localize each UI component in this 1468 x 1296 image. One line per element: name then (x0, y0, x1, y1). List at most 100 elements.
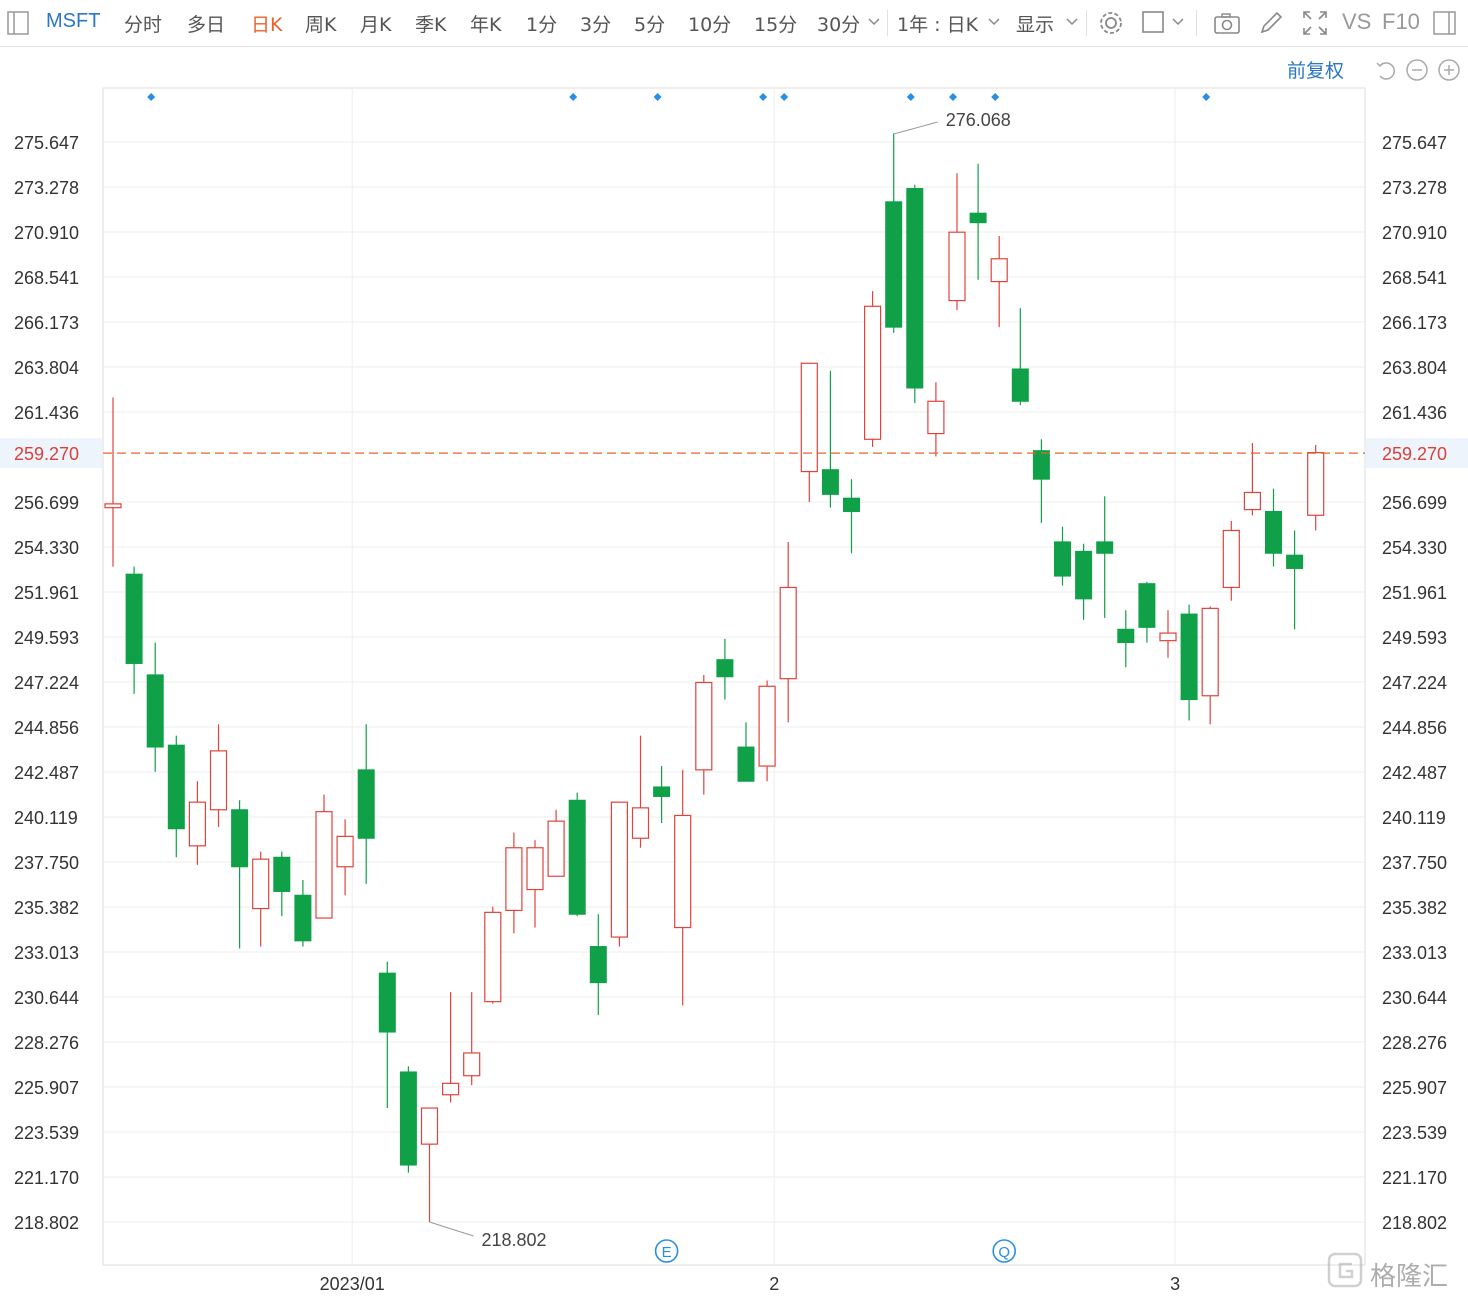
event-diamond-marker (780, 93, 789, 101)
candle-body (125, 573, 143, 664)
y-tick-label: 249.593 (1382, 628, 1447, 648)
candle-body (589, 946, 607, 984)
y-tick-label: 249.593 (14, 628, 79, 648)
y-tick-label: 240.119 (14, 808, 78, 828)
y-tick-label: 275.647 (14, 133, 79, 153)
candle (885, 133, 903, 333)
y-tick-label: 244.856 (1382, 718, 1447, 738)
y-tick-label: 225.907 (1382, 1078, 1447, 1098)
candle-body (547, 820, 565, 877)
y-tick-label: 256.699 (14, 493, 79, 513)
candle-body (336, 835, 354, 868)
candle-body (1032, 450, 1050, 480)
candlestick-chart[interactable]: 2023/01 2 3 275.647 273.278 270.910 268.541 26… (0, 0, 1468, 1296)
y-tick-label: 259.270 (14, 444, 79, 464)
x-axis-labels: 2023/01 2 3 (320, 1274, 1180, 1294)
candle (758, 680, 776, 782)
x-tick-label: 2 (769, 1274, 779, 1294)
max-price-label: 276.068 (946, 110, 1011, 130)
candle (209, 724, 228, 827)
y-tick-label: 242.487 (14, 763, 79, 783)
candle (800, 362, 818, 502)
candle (653, 766, 671, 824)
candle (568, 792, 586, 917)
candle (1286, 530, 1304, 630)
x-tick-label: 2023/01 (320, 1274, 385, 1294)
candle (399, 1066, 417, 1173)
candle (273, 851, 291, 917)
event-diamond-marker (949, 93, 957, 101)
y-tick-label: 218.802 (14, 1213, 79, 1233)
y-tick-label: 254.330 (14, 538, 79, 558)
candle (843, 479, 860, 554)
candle (252, 851, 270, 947)
event-marker-label: Q (998, 1244, 1010, 1261)
candle-body (273, 856, 291, 892)
chart-grid (102, 87, 1366, 1266)
event-marker-label: E (662, 1244, 672, 1261)
candle-body (863, 305, 882, 440)
candle-body (357, 769, 375, 839)
candle-body (1096, 541, 1114, 554)
candle-body (568, 799, 586, 915)
y-tick-label: 273.278 (1382, 178, 1447, 198)
candle-body (167, 744, 185, 830)
candle-body (420, 1107, 439, 1145)
candle (1096, 496, 1114, 618)
y-tick-label: 268.541 (1382, 268, 1447, 288)
y-tick-label: 247.224 (14, 673, 79, 693)
candle-body (800, 362, 818, 473)
candle (1243, 443, 1262, 516)
candle-body (231, 809, 249, 868)
y-tick-label: 242.487 (1382, 763, 1447, 783)
x-tick-label: 3 (1170, 1274, 1180, 1294)
candle-body (484, 911, 502, 1003)
candle-body (758, 685, 776, 767)
candle-body (315, 811, 333, 919)
max-callout-line (893, 121, 938, 135)
candle (547, 809, 565, 877)
candle-body (695, 681, 713, 771)
candle-body (906, 187, 924, 389)
y-tick-label: 268.541 (14, 268, 79, 288)
candle-body (209, 750, 228, 811)
y-tick-label: 254.330 (1382, 538, 1447, 558)
candle (357, 724, 375, 884)
y-tick-label: 223.539 (1382, 1123, 1447, 1143)
event-diamond-marker (906, 93, 915, 101)
candle-body (674, 814, 692, 929)
y-tick-label: 218.802 (1382, 1213, 1447, 1233)
candle (1201, 606, 1219, 725)
event-diamond-marker (653, 93, 662, 101)
candle (674, 769, 692, 1006)
min-price-label: 218.802 (482, 1230, 547, 1250)
candle (505, 832, 523, 934)
candle-body (1307, 451, 1325, 516)
candle-body (1222, 529, 1240, 589)
event-diamond-marker (147, 93, 156, 101)
candle-body (442, 1082, 460, 1096)
candle (146, 642, 164, 772)
y-tick-label: 221.170 (1382, 1168, 1447, 1188)
y-tick-label: 266.173 (14, 313, 79, 333)
candle (927, 382, 945, 457)
event-diamond-marker (569, 93, 578, 101)
candle (1054, 526, 1071, 586)
min-callout-line (429, 1221, 474, 1237)
y-tick-label: 263.804 (14, 358, 79, 378)
candle (631, 735, 650, 848)
candle (294, 880, 312, 947)
candle (779, 541, 797, 723)
candle (1159, 610, 1177, 658)
y-tick-label: 230.644 (14, 988, 79, 1008)
candle (821, 370, 839, 508)
y-tick-label: 225.907 (14, 1078, 79, 1098)
y-tick-label: 233.013 (1382, 943, 1447, 963)
candle-body (1075, 550, 1093, 600)
candle (589, 914, 607, 1015)
y-tick-label: 251.961 (14, 583, 79, 603)
candle (167, 735, 185, 858)
candle-body (990, 258, 1008, 283)
y-tick-label: 247.224 (1382, 673, 1447, 693)
candle-body (1138, 583, 1156, 628)
